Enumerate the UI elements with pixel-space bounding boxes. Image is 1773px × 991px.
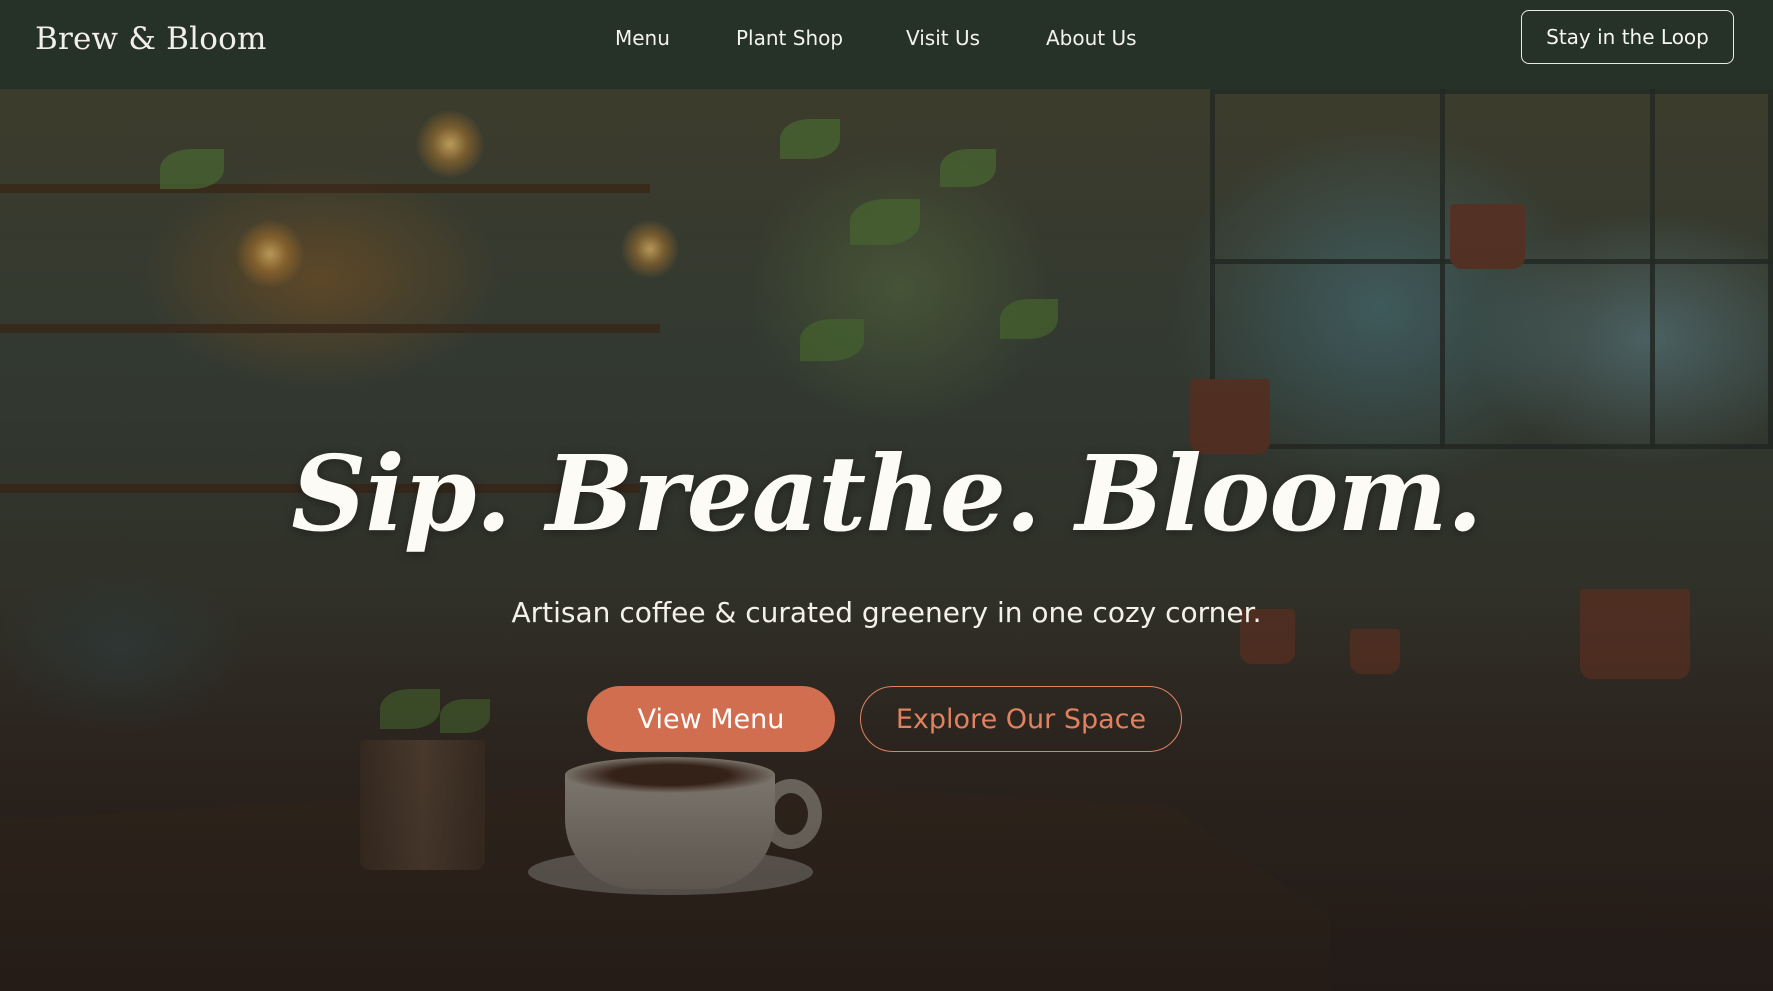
nav-link-menu[interactable]: Menu xyxy=(615,24,670,52)
hero-subtitle: Artisan coffee & curated greenery in one… xyxy=(511,596,1262,629)
nav-link-visit-us[interactable]: Visit Us xyxy=(906,24,980,52)
brand-logo[interactable]: Brew & Bloom xyxy=(35,17,267,61)
explore-space-button[interactable]: Explore Our Space xyxy=(860,686,1182,752)
nav-link-plant-shop[interactable]: Plant Shop xyxy=(736,24,843,52)
newsletter-button[interactable]: Stay in the Loop xyxy=(1521,10,1734,64)
nav-link-about-us[interactable]: About Us xyxy=(1046,24,1137,52)
hero-section: Sip. Breathe. Bloom. Artisan coffee & cu… xyxy=(0,89,1773,991)
hero-title: Sip. Breathe. Bloom. xyxy=(291,432,1483,555)
view-menu-button[interactable]: View Menu xyxy=(587,686,835,752)
site-header: Brew & Bloom Menu Plant Shop Visit Us Ab… xyxy=(0,0,1773,89)
